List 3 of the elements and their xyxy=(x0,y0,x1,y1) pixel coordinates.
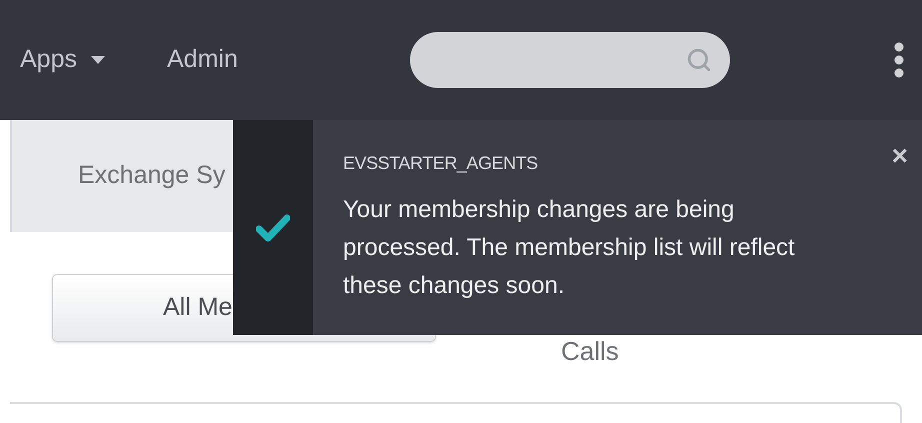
toast-message: Your membership changes are being processed. The membership list will reflect these changes soon. xyxy=(343,195,796,301)
toast-title: EVSSTARTER_AGENTS xyxy=(343,152,538,175)
column-label: Calls xyxy=(561,336,619,366)
